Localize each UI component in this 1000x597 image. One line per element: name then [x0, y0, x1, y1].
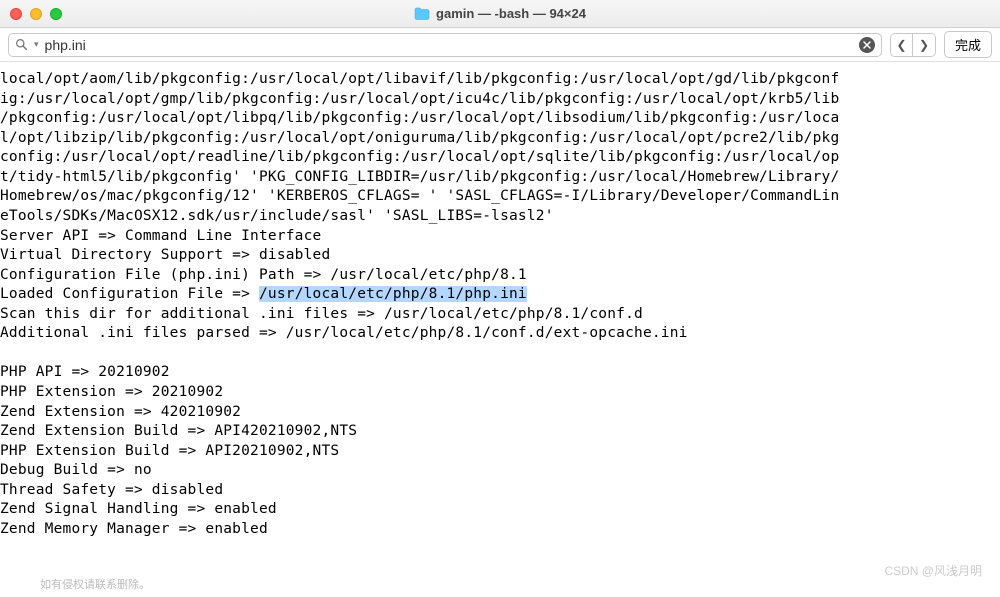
terminal-line: Scan this dir for additional .ini files …: [0, 306, 643, 322]
terminal-line: eTools/SDKs/MacOSX12.sdk/usr/include/sas…: [0, 208, 554, 224]
window-title: gamin — -bash — 94×24: [436, 6, 586, 21]
terminal-line: local/opt/aom/lib/pkgconfig:/usr/local/o…: [0, 71, 839, 87]
maximize-button[interactable]: [50, 8, 62, 20]
watermark-right: CSDN @风浅月明: [884, 562, 982, 579]
chevron-down-icon[interactable]: ▾: [34, 39, 39, 50]
terminal-line: Additional .ini files parsed => /usr/loc…: [0, 325, 688, 341]
clear-search-button[interactable]: [859, 37, 875, 53]
terminal-line: config:/usr/local/opt/readline/lib/pkgco…: [0, 149, 839, 165]
prev-result-button[interactable]: ❮: [891, 34, 913, 56]
terminal-line: PHP Extension Build => API20210902,NTS: [0, 443, 339, 459]
terminal-line: Thread Safety => disabled: [0, 482, 223, 498]
search-field-wrap[interactable]: ▾: [8, 33, 882, 57]
terminal-line: Virtual Directory Support => disabled: [0, 247, 330, 263]
title-center: gamin — -bash — 94×24: [414, 6, 586, 21]
done-button[interactable]: 完成: [944, 31, 992, 58]
minimize-button[interactable]: [30, 8, 42, 20]
search-input[interactable]: [45, 37, 853, 53]
window-titlebar: gamin — -bash — 94×24: [0, 0, 1000, 28]
terminal-line: Configuration File (php.ini) Path => /us…: [0, 267, 527, 283]
terminal-line: l/opt/libzip/lib/pkgconfig:/usr/local/op…: [0, 130, 839, 146]
highlighted-path: /usr/local/etc/php/8.1/php.ini: [259, 286, 527, 302]
folder-icon: [414, 7, 430, 20]
terminal-line: Zend Memory Manager => enabled: [0, 521, 268, 537]
terminal-line: Loaded Configuration File =>: [0, 286, 259, 302]
terminal-output[interactable]: local/opt/aom/lib/pkgconfig:/usr/local/o…: [0, 62, 1000, 540]
terminal-line: Zend Signal Handling => enabled: [0, 501, 277, 517]
terminal-line: Homebrew/os/mac/pkgconfig/12' 'KERBEROS_…: [0, 188, 839, 204]
terminal-line: ig:/usr/local/opt/gmp/lib/pkgconfig:/usr…: [0, 91, 839, 107]
next-result-button[interactable]: ❯: [913, 34, 935, 56]
watermark-left: 如有侵权请联系删除。: [40, 576, 150, 592]
terminal-line: PHP API => 20210902: [0, 364, 170, 380]
traffic-lights: [10, 8, 62, 20]
terminal-line: Zend Extension => 420210902: [0, 404, 241, 420]
terminal-line: Zend Extension Build => API420210902,NTS: [0, 423, 357, 439]
terminal-line: PHP Extension => 20210902: [0, 384, 223, 400]
search-toolbar: ▾ ❮ ❯ 完成: [0, 28, 1000, 62]
search-icon: [15, 38, 28, 51]
search-nav-buttons: ❮ ❯: [890, 33, 936, 57]
terminal-line: /pkgconfig:/usr/local/opt/libpq/lib/pkgc…: [0, 110, 839, 126]
terminal-line: Debug Build => no: [0, 462, 152, 478]
terminal-line: t/tidy-html5/lib/pkgconfig' 'PKG_CONFIG_…: [0, 169, 839, 185]
terminal-line: Server API => Command Line Interface: [0, 228, 321, 244]
close-button[interactable]: [10, 8, 22, 20]
